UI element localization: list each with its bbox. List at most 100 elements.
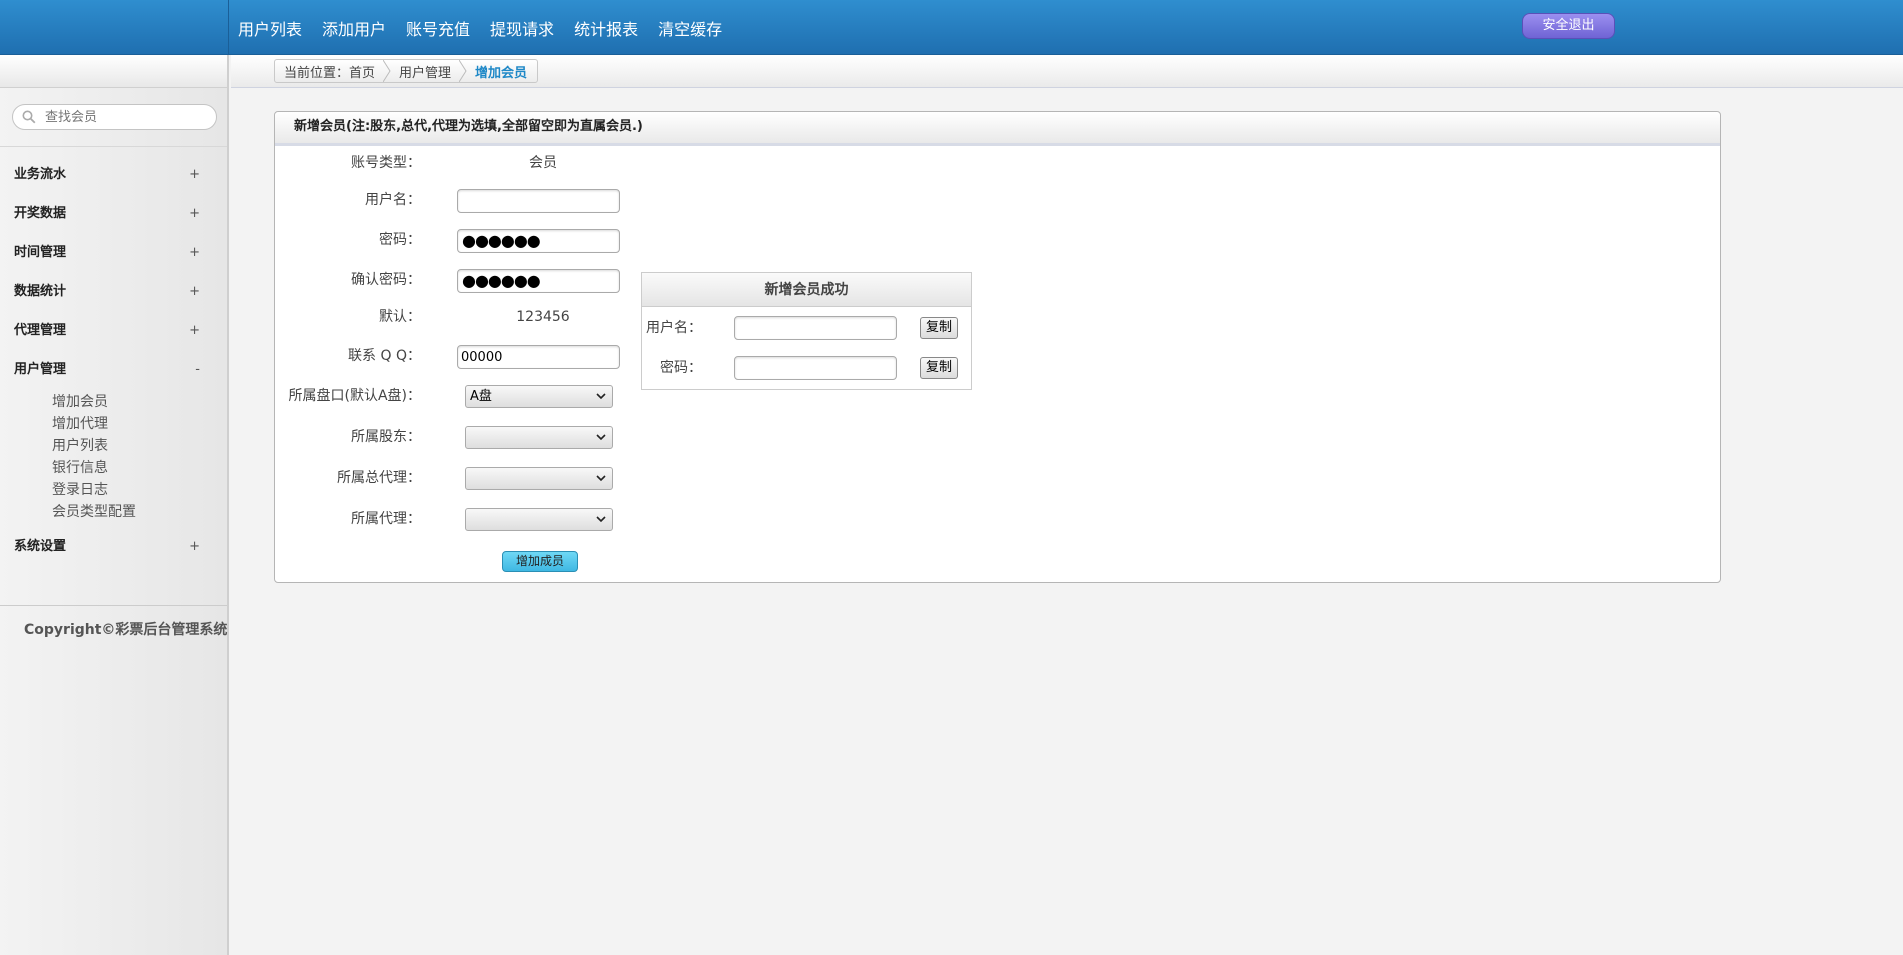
account-type-value: 会员 [529, 155, 557, 171]
result-password-input[interactable] [734, 356, 897, 380]
success-box: 新增会员成功 用户名： 复制 密码： 复制 [641, 272, 972, 390]
menu-agent-management[interactable]: 代理管理 + [0, 311, 227, 350]
pan-row: 所属盘口(默认A盘)： A盘 [275, 381, 635, 411]
account-type-row: 账号类型： 会员 [275, 148, 635, 178]
result-password-label: 密码： [660, 360, 702, 376]
breadcrumb-bar: 当前位置： 首页 用户管理 增加会员 [231, 55, 1903, 88]
password-input[interactable] [457, 229, 620, 253]
copyright-text: Copyright©彩票后台管理系统 [24, 622, 228, 638]
agent-label: 所属代理： [351, 511, 421, 527]
menu-time-management[interactable]: 时间管理 + [0, 233, 227, 272]
member-search-input[interactable] [12, 104, 217, 130]
qq-label: 联系 Q Q： [348, 348, 421, 364]
topnav-withdraw-requests[interactable]: 提现请求 [490, 16, 554, 40]
chevron-down-icon [596, 516, 606, 523]
topnav-clear-cache[interactable]: 清空缓存 [658, 16, 722, 40]
result-username-label: 用户名： [646, 320, 702, 336]
breadcrumb-separator-icon [459, 60, 467, 82]
menu-label: 代理管理 [14, 323, 67, 338]
expand-icon: + [189, 323, 200, 338]
collapse-icon: - [195, 362, 200, 377]
copy-password-button[interactable]: 复制 [920, 357, 958, 379]
topnav-statistics[interactable]: 统计报表 [574, 16, 638, 40]
user-management-submenu: 增加会员 增加代理 用户列表 银行信息 登录日志 会员类型配置 [0, 389, 227, 527]
success-title: 新增会员成功 [642, 273, 971, 307]
agent-select[interactable] [465, 508, 613, 531]
breadcrumb-current: 增加会员 [475, 65, 528, 81]
pan-selected-value: A盘 [470, 389, 492, 404]
submenu-user-list[interactable]: 用户列表 [52, 435, 227, 457]
menu-label: 业务流水 [14, 167, 67, 182]
menu-system-settings[interactable]: 系统设置 + [0, 527, 227, 566]
general-agent-select[interactable] [465, 467, 613, 490]
submenu-login-log[interactable]: 登录日志 [52, 479, 227, 501]
sidebar-menu: 业务流水 + 开奖数据 + 时间管理 + 数据统计 + 代理管理 + 用户管理 … [0, 155, 227, 566]
panel-title: 新增会员(注:股东,总代,代理为选填,全部留空即为直属会员.) [275, 112, 1720, 146]
sidebar-top-strip [0, 55, 227, 88]
menu-user-management[interactable]: 用户管理 - [0, 350, 227, 389]
password-row: 密码： ●●●●●● [275, 225, 635, 255]
agent-row: 所属代理： [275, 504, 635, 534]
menu-label: 开奖数据 [14, 206, 67, 221]
result-username-row: 用户名： 复制 [642, 313, 973, 343]
breadcrumb-section[interactable]: 用户管理 [399, 62, 451, 81]
breadcrumb: 当前位置： 首页 用户管理 增加会员 [274, 59, 539, 83]
logo-area [0, 0, 229, 55]
confirm-password-label: 确认密码： [351, 272, 421, 288]
submenu-bank-info[interactable]: 银行信息 [52, 457, 227, 479]
expand-icon: + [189, 284, 200, 299]
shareholder-label: 所属股东： [351, 429, 421, 445]
qq-input[interactable] [457, 345, 620, 369]
main-content: 新增会员(注:股东,总代,代理为选填,全部留空即为直属会员.) 账号类型： 会员… [231, 89, 1903, 955]
menu-label: 数据统计 [14, 284, 67, 299]
qq-row: 联系 Q Q： [275, 341, 635, 371]
account-type-label: 账号类型： [351, 155, 421, 171]
pan-label: 所属盘口(默认A盘)： [288, 388, 421, 404]
menu-lottery-data[interactable]: 开奖数据 + [0, 194, 227, 233]
breadcrumb-separator-icon [383, 60, 391, 82]
default-password-value: 123456 [516, 309, 570, 325]
copy-username-button[interactable]: 复制 [920, 317, 958, 339]
member-search [12, 104, 217, 130]
topnav-add-user[interactable]: 添加用户 [322, 16, 386, 40]
shareholder-row: 所属股东： [275, 422, 635, 452]
expand-icon: + [189, 167, 200, 182]
chevron-down-icon [596, 475, 606, 482]
add-member-panel: 新增会员(注:股东,总代,代理为选填,全部留空即为直属会员.) 账号类型： 会员… [274, 111, 1721, 583]
menu-label: 时间管理 [14, 245, 67, 260]
chevron-down-icon [596, 393, 606, 400]
search-icon [22, 110, 36, 124]
result-username-input[interactable] [734, 316, 897, 340]
result-password-row: 密码： 复制 [642, 353, 973, 383]
password-label: 密码： [379, 232, 421, 248]
username-row: 用户名： [275, 185, 635, 215]
menu-label: 用户管理 [14, 362, 67, 377]
submenu-add-agent[interactable]: 增加代理 [52, 413, 227, 435]
top-bar: 用户列表 添加用户 账号充值 提现请求 统计报表 清空缓存 安全退出 [0, 0, 1903, 55]
sidebar-divider [0, 605, 227, 606]
breadcrumb-prefix: 当前位置： [284, 65, 350, 81]
general-agent-row: 所属总代理： [275, 463, 635, 493]
menu-data-statistics[interactable]: 数据统计 + [0, 272, 227, 311]
chevron-down-icon [596, 434, 606, 441]
expand-icon: + [189, 245, 200, 260]
topnav-recharge[interactable]: 账号充值 [406, 16, 470, 40]
confirm-password-input[interactable] [457, 269, 620, 293]
logout-button[interactable]: 安全退出 [1522, 13, 1615, 39]
confirm-password-row: 确认密码： ●●●●●● [275, 265, 635, 295]
username-label: 用户名： [365, 192, 421, 208]
submenu-add-member[interactable]: 增加会员 [52, 391, 227, 413]
submenu-member-type-config[interactable]: 会员类型配置 [52, 501, 227, 523]
menu-business-flow[interactable]: 业务流水 + [0, 155, 227, 194]
general-agent-label: 所属总代理： [337, 470, 421, 486]
username-input[interactable] [457, 189, 620, 213]
breadcrumb-home[interactable]: 首页 [349, 62, 375, 81]
expand-icon: + [189, 539, 200, 554]
topnav-user-list[interactable]: 用户列表 [238, 16, 302, 40]
shareholder-select[interactable] [465, 426, 613, 449]
default-label: 默认： [379, 309, 421, 325]
search-divider [0, 146, 227, 147]
pan-select[interactable]: A盘 [465, 385, 613, 408]
add-member-button[interactable]: 增加成员 [502, 551, 578, 572]
expand-icon: + [189, 206, 200, 221]
